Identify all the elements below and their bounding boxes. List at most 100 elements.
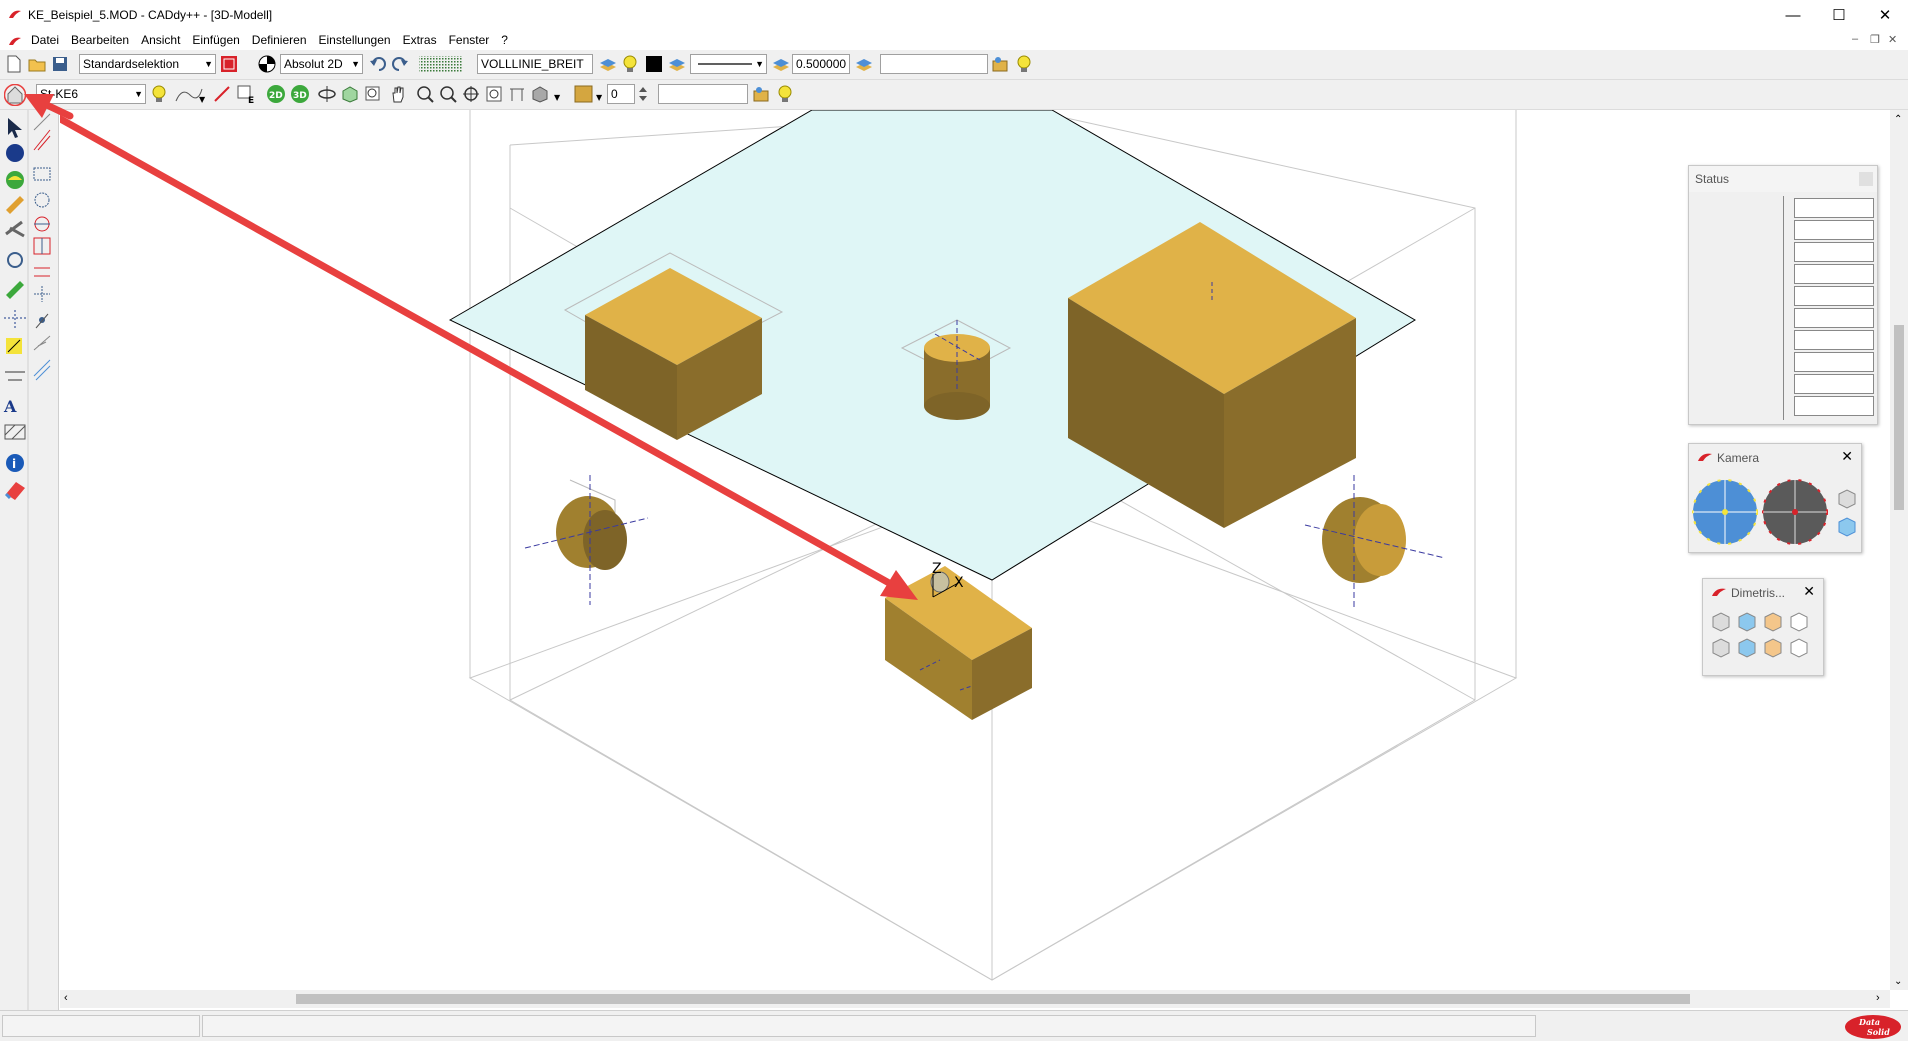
vertical-scroll-thumb[interactable] — [1894, 325, 1904, 510]
scroll-left-icon[interactable]: ‹ — [64, 992, 68, 1004]
linetype-name-field[interactable]: VOLLLINIE_BREIT — [477, 54, 593, 74]
snap-mode-icon[interactable] — [257, 54, 277, 74]
bulb-icon[interactable] — [620, 54, 640, 74]
axis-label-x: X — [954, 575, 964, 591]
scroll-right-icon[interactable]: › — [1876, 992, 1880, 1004]
undo-icon[interactable] — [368, 54, 388, 74]
dimension-icon[interactable] — [4, 310, 26, 328]
color-swatch-black[interactable] — [644, 54, 664, 74]
dimetrisch-close-icon[interactable]: ✕ — [1803, 583, 1815, 600]
text-tool-icon[interactable]: A — [3, 397, 17, 416]
parallel-line-icon[interactable] — [34, 267, 50, 302]
cylinder-solid-3[interactable] — [1304, 475, 1446, 610]
bulb-icon[interactable] — [149, 84, 169, 104]
selection-mode-select[interactable]: Standardselektion ▼ — [79, 54, 216, 74]
grid-icon[interactable] — [418, 54, 464, 74]
info-icon[interactable]: i — [6, 454, 24, 472]
spinner-icon[interactable] — [637, 84, 649, 104]
hatch-icon[interactable] — [4, 424, 26, 440]
layer-icon[interactable] — [598, 54, 618, 74]
linestyle-select[interactable]: ▼ — [690, 54, 767, 74]
layer-icon[interactable] — [854, 54, 874, 74]
zoom-extents-icon[interactable] — [484, 84, 504, 104]
mdi-close-button[interactable]: ✕ — [1888, 33, 1897, 46]
maximize-button[interactable]: ☐ — [1816, 0, 1862, 30]
section-view-icon[interactable] — [507, 84, 527, 104]
bulb-icon[interactable] — [775, 84, 795, 104]
open-file-icon[interactable] — [27, 54, 47, 74]
trim-icon[interactable] — [33, 335, 51, 351]
line-width-field[interactable]: 0.500000 — [792, 54, 850, 74]
view-presets[interactable] — [1709, 609, 1819, 669]
offset-icon[interactable] — [33, 359, 51, 381]
rotate-view-icon[interactable] — [317, 84, 337, 104]
highlight-pen-icon[interactable] — [6, 338, 22, 354]
minimize-button[interactable]: — — [1770, 0, 1816, 30]
menu-definieren[interactable]: Definieren — [246, 30, 313, 50]
text-field[interactable] — [658, 84, 748, 104]
3d-viewport[interactable]: Z X — [44, 108, 1890, 990]
sphere-icon[interactable] — [6, 144, 24, 162]
green-pen-icon[interactable] — [6, 281, 24, 299]
menu-einfuegen[interactable]: Einfügen — [186, 30, 245, 50]
menu-einstellungen[interactable]: Einstellungen — [313, 30, 397, 50]
rotate-icon[interactable] — [7, 252, 23, 268]
layer-icon[interactable] — [771, 54, 791, 74]
view-2d-button[interactable]: 2D — [266, 84, 286, 104]
cylinder-solid-2[interactable] — [524, 475, 649, 605]
horizontal-scrollbar[interactable]: ‹ › — [60, 990, 1890, 1008]
measure-icon[interactable] — [5, 371, 25, 381]
zoom-window-icon[interactable] — [363, 84, 383, 104]
camera-controls[interactable] — [1691, 474, 1859, 548]
menu-extras[interactable]: Extras — [397, 30, 443, 50]
view-cube-icon[interactable] — [340, 84, 360, 104]
rectangle-tool-icon[interactable] — [33, 167, 51, 181]
curve-tool-icon[interactable]: ▼ — [174, 84, 206, 104]
globe-tool-icon[interactable] — [6, 171, 24, 189]
new-file-icon[interactable] — [4, 54, 24, 74]
model-canvas[interactable]: Z X — [44, 108, 1890, 990]
menu-ansicht[interactable]: Ansicht — [135, 30, 186, 50]
pointer-icon[interactable] — [8, 118, 22, 138]
material-color-icon[interactable]: ▼ — [574, 84, 606, 104]
zoom-in-icon[interactable] — [415, 84, 435, 104]
edit-element-icon[interactable]: E — [236, 84, 256, 104]
menu-datei[interactable]: Datei — [25, 30, 65, 50]
mdi-minimize-button[interactable]: – — [1852, 33, 1858, 45]
save-icon[interactable] — [50, 54, 70, 74]
group-icon[interactable] — [752, 84, 772, 104]
menu-help[interactable]: ? — [495, 30, 514, 50]
mdi-restore-button[interactable]: ❐ — [1870, 33, 1880, 46]
kamera-close-icon[interactable]: ✕ — [1841, 448, 1853, 465]
selection-color-icon[interactable] — [219, 54, 239, 74]
scroll-down-icon[interactable]: ⌄ — [1894, 976, 1902, 987]
bulb-icon[interactable] — [1014, 54, 1034, 74]
grid-snap-icon[interactable] — [33, 237, 51, 255]
snap-point-icon[interactable] — [35, 313, 49, 329]
circle-tool-icon[interactable] — [34, 192, 50, 232]
wrench-icon[interactable] — [5, 220, 25, 238]
kamera-panel: Kamera ✕ — [1688, 443, 1862, 553]
redo-icon[interactable] — [390, 54, 410, 74]
coordinate-mode-select[interactable]: Absolut 2D ▼ — [280, 54, 363, 74]
eraser-icon[interactable] — [4, 482, 25, 500]
menu-fenster[interactable]: Fenster — [443, 30, 496, 50]
pan-hand-icon[interactable] — [388, 84, 408, 104]
edit-tool-icon[interactable] — [212, 84, 232, 104]
layer-icon[interactable] — [667, 54, 687, 74]
scroll-up-icon[interactable]: ⌃ — [1894, 114, 1902, 125]
view-3d-button[interactable]: 3D — [290, 84, 310, 104]
status-panel-close-icon[interactable] — [1859, 172, 1873, 186]
pencil-icon[interactable] — [6, 196, 24, 214]
zoom-out-icon[interactable] — [438, 84, 458, 104]
horizontal-scroll-thumb[interactable] — [296, 994, 1690, 1004]
close-button[interactable]: ✕ — [1862, 0, 1908, 30]
number-field[interactable]: 0 — [607, 84, 635, 104]
zoom-all-icon[interactable] — [461, 84, 481, 104]
group-icon[interactable] — [991, 54, 1011, 74]
menu-bearbeiten[interactable]: Bearbeiten — [65, 30, 135, 50]
layer-field[interactable] — [880, 54, 988, 74]
status-panel: Status — [1688, 165, 1878, 425]
vertical-scrollbar[interactable]: ⌃ ⌄ — [1890, 110, 1908, 990]
shading-mode-icon[interactable]: ▼ — [530, 84, 562, 104]
